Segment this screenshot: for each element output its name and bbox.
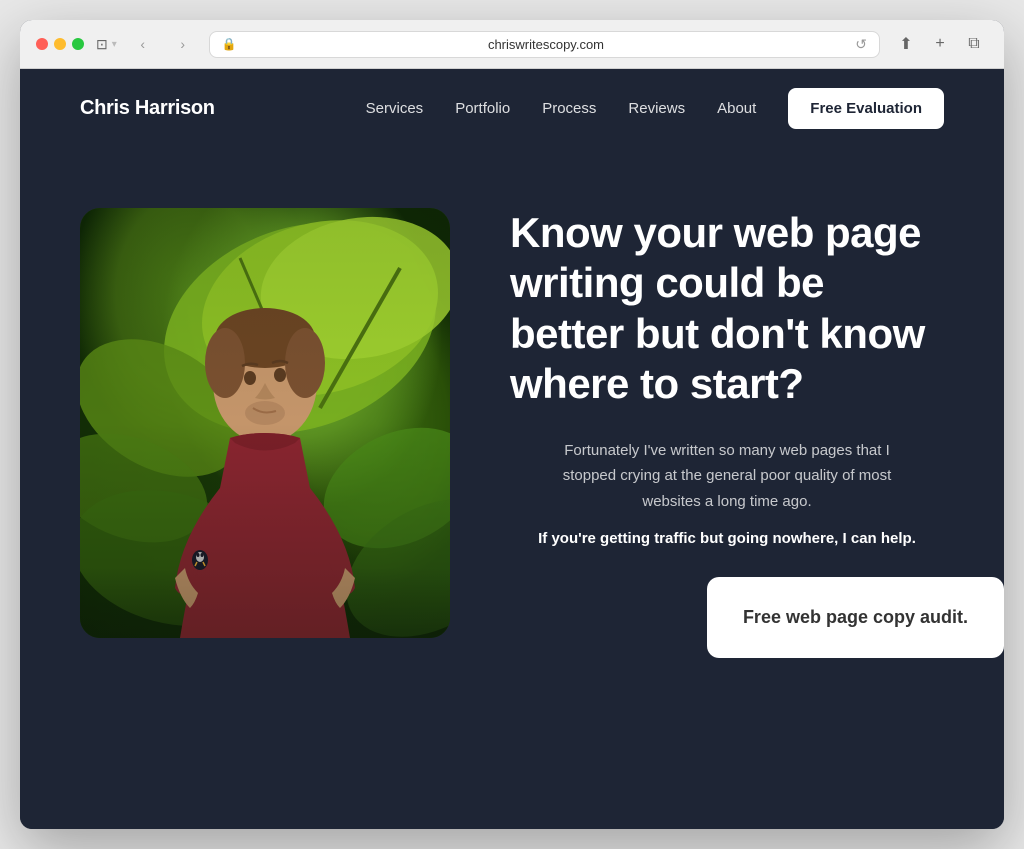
fullscreen-dot[interactable] <box>72 38 84 50</box>
nav-item-reviews[interactable]: Reviews <box>628 100 685 118</box>
tabs-button[interactable]: ⧉ <box>960 30 988 58</box>
lock-icon: 🔒 <box>222 37 237 51</box>
photo-overlay <box>80 208 450 638</box>
website-content: Chris Harrison Services Portfolio Proces… <box>20 69 1004 829</box>
nav-item-about[interactable]: About <box>717 100 756 118</box>
nav-link-about[interactable]: About <box>717 100 756 117</box>
hero-bold-cta-text: If you're getting traffic but going nowh… <box>510 530 944 547</box>
hero-headline: Know your web page writing could be bett… <box>510 208 944 410</box>
site-logo[interactable]: Chris Harrison <box>80 97 215 120</box>
minimize-dot[interactable] <box>54 38 66 50</box>
hero-text-content: Know your web page writing could be bett… <box>510 188 944 658</box>
url-bar[interactable]: 🔒 chriswritescopy.com ↺ <box>209 31 880 58</box>
hero-cta-area: Free web page copy audit. <box>510 547 944 658</box>
close-dot[interactable] <box>36 38 48 50</box>
url-text: chriswritescopy.com <box>245 37 848 52</box>
hero-photo <box>80 208 450 638</box>
new-tab-button[interactable]: + <box>926 30 954 58</box>
cta-card-text: Free web page copy audit. <box>743 605 968 630</box>
nav-link-process[interactable]: Process <box>542 100 596 117</box>
nav-item-portfolio[interactable]: Portfolio <box>455 100 510 118</box>
reload-icon[interactable]: ↺ <box>855 36 867 53</box>
hero-subtext: Fortunately I've written so many web pag… <box>537 438 917 515</box>
hero-image <box>80 208 450 638</box>
back-button[interactable]: ‹ <box>129 30 157 58</box>
nav-links: Services Portfolio Process Reviews About… <box>366 100 944 118</box>
share-button[interactable]: ⬆ <box>892 30 920 58</box>
hero-section: Know your web page writing could be bett… <box>20 148 1004 718</box>
nav-link-reviews[interactable]: Reviews <box>628 100 685 117</box>
cta-card[interactable]: Free web page copy audit. <box>707 577 1004 658</box>
browser-window: ⊡ ▾ ‹ › 🔒 chriswritescopy.com ↺ ⬆ + ⧉ Ch… <box>20 20 1004 829</box>
browser-toolbar: ⊡ ▾ ‹ › 🔒 chriswritescopy.com ↺ ⬆ + ⧉ <box>20 20 1004 69</box>
window-tab-icon: ⊡ ▾ <box>96 36 117 53</box>
nav-item-services[interactable]: Services <box>366 100 424 118</box>
nav-link-portfolio[interactable]: Portfolio <box>455 100 510 117</box>
nav-cta-button[interactable]: Free Evaluation <box>788 88 944 129</box>
nav-item-process[interactable]: Process <box>542 100 596 118</box>
browser-actions: ⬆ + ⧉ <box>892 30 988 58</box>
navigation: Chris Harrison Services Portfolio Proces… <box>20 69 1004 148</box>
browser-traffic-lights <box>36 38 84 50</box>
nav-link-services[interactable]: Services <box>366 100 424 117</box>
nav-cta-item[interactable]: Free Evaluation <box>788 100 944 118</box>
forward-button[interactable]: › <box>169 30 197 58</box>
